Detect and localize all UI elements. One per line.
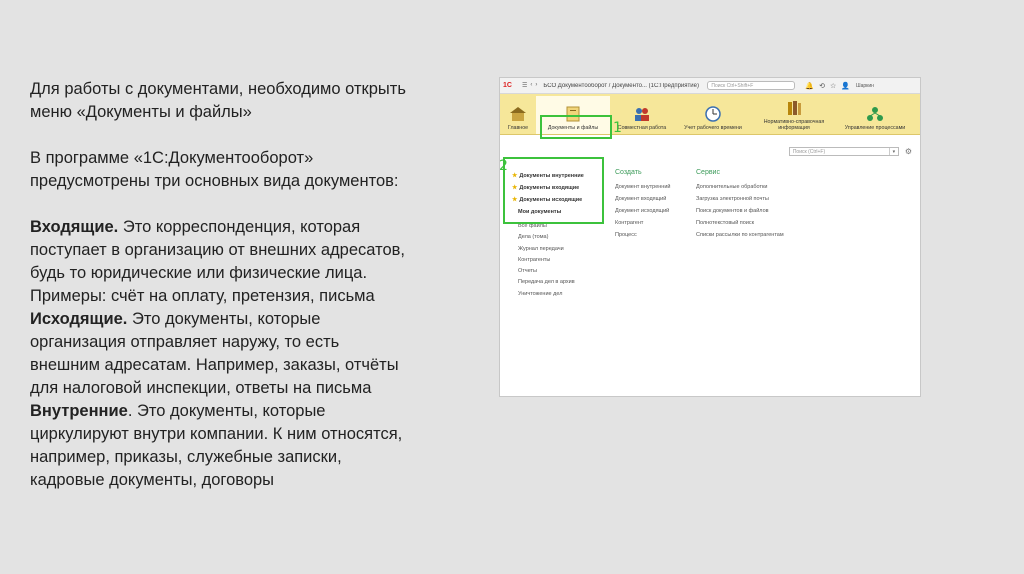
- people-icon: [635, 108, 649, 121]
- slide-text: Для работы с документами, необходимо отк…: [30, 78, 480, 492]
- service-item[interactable]: Дополнительные обработки: [696, 181, 784, 193]
- nav-item-archive-transfer[interactable]: Передача дел в архив: [512, 277, 602, 288]
- create-item[interactable]: Контрагент: [615, 217, 671, 229]
- nav-item-cases[interactable]: Дела (тома): [512, 232, 602, 243]
- window-title: БСО Документооборот / Документо... (1С:П…: [543, 82, 699, 89]
- bell-icon[interactable]: 🔔: [805, 82, 814, 90]
- annotation-number: 2: [499, 158, 508, 174]
- create-section: Создать Документ внутренний Документ вхо…: [615, 169, 671, 241]
- process-icon: [867, 107, 883, 121]
- search-row: Поиск (Ctrl+F) ▾ ⚙: [788, 147, 912, 156]
- service-heading: Сервис: [696, 169, 720, 176]
- outgoing-line: для налоговой инспекции, ответы на письм…: [30, 379, 372, 397]
- service-item[interactable]: Поиск документов и файлов: [696, 205, 784, 217]
- back-icon[interactable]: ‹: [530, 82, 532, 89]
- global-search-input[interactable]: Поиск Ctrl+Shift+F: [707, 81, 796, 90]
- para2-line: предусмотрены три основных вида документ…: [30, 172, 399, 190]
- section-main[interactable]: Главное: [500, 96, 536, 134]
- window-controls: ☰ ‹ ›: [522, 82, 537, 89]
- create-item[interactable]: Документ входящий: [615, 193, 671, 205]
- search-input[interactable]: Поиск (Ctrl+F) ▾: [788, 147, 899, 156]
- books-icon: [788, 101, 801, 115]
- create-item[interactable]: Документ внутренний: [615, 181, 671, 193]
- service-item[interactable]: Списки рассылки по контрагентам: [696, 229, 784, 241]
- outgoing-title: Исходящие.: [30, 310, 128, 328]
- chevron-down-icon[interactable]: ▾: [888, 148, 898, 155]
- app-logo: 1С: [503, 82, 512, 89]
- create-item[interactable]: Документ исходящий: [615, 205, 671, 217]
- incoming-paragraph: Входящие. Это корреспонденция, которая: [30, 218, 361, 236]
- create-item[interactable]: Процесс: [615, 229, 671, 241]
- outgoing-line: внешним адресатам. Например, заказы, отч…: [30, 356, 399, 374]
- nav-item-transfer-log[interactable]: Журнал передачи: [512, 244, 602, 255]
- create-heading: Создать: [615, 169, 642, 176]
- intro-line: меню «Документы и файлы»: [30, 103, 252, 121]
- gear-icon[interactable]: ⚙: [905, 147, 912, 156]
- section-reference-info[interactable]: Нормативно-справочная информация: [752, 96, 836, 134]
- nav-item-case-destruction[interactable]: Уничтожение дел: [512, 289, 602, 300]
- nav-item-contractors[interactable]: Контрагенты: [512, 255, 602, 266]
- incoming-line: будь то юридические или физические лица.: [30, 264, 368, 282]
- internal-line: кадровые документы, договоры: [30, 471, 275, 489]
- section-time-tracking[interactable]: Учет рабочего времени: [674, 96, 752, 134]
- forward-icon[interactable]: ›: [535, 82, 537, 89]
- user-icon[interactable]: 👤: [841, 82, 850, 90]
- star-icon[interactable]: ☆: [830, 82, 836, 90]
- outgoing-paragraph: Исходящие. Это документы, которые: [30, 310, 321, 328]
- service-section: Сервис Дополнительные обработки Загрузка…: [696, 169, 784, 241]
- title-actions: 🔔 ⟲ ☆ 👤: [805, 82, 850, 90]
- app-screenshot: 1С ☰ ‹ › БСО Документооборот / Документо…: [499, 77, 921, 397]
- home-icon: [510, 107, 526, 121]
- section-process-management[interactable]: Управление процессами: [836, 96, 914, 134]
- annotation-number: 1: [613, 120, 622, 136]
- user-name[interactable]: Шаркин: [856, 83, 874, 89]
- internal-title: Внутренние: [30, 402, 128, 420]
- title-bar: 1С ☰ ‹ › БСО Документооборот / Документо…: [500, 78, 920, 94]
- service-item[interactable]: Полнотекстовый поиск: [696, 217, 784, 229]
- internal-line: циркулируют внутри компании. К ним относ…: [30, 425, 403, 443]
- outgoing-line: организация отправляет наружу, то есть: [30, 333, 340, 351]
- intro-line: Для работы с документами, необходимо отк…: [30, 80, 406, 98]
- internal-paragraph: Внутренние. Это документы, которые: [30, 402, 326, 420]
- menu-icon[interactable]: ☰: [522, 82, 527, 89]
- highlight-box-documents: [540, 115, 612, 139]
- nav-item-reports[interactable]: Отчеты: [512, 266, 602, 277]
- incoming-line: Примеры: счёт на оплату, претензия, пись…: [30, 287, 375, 305]
- incoming-title: Входящие.: [30, 218, 119, 236]
- highlight-box-doc-types: [503, 157, 604, 224]
- incoming-line: поступает в организацию от внешних адрес…: [30, 241, 405, 259]
- para2-line: В программе «1С:Документооборот»: [30, 149, 314, 167]
- service-item[interactable]: Загрузка электронной почты: [696, 193, 784, 205]
- clock-icon: [705, 106, 721, 122]
- internal-line: например, приказы, служебные записки,: [30, 448, 342, 466]
- history-icon[interactable]: ⟲: [819, 82, 825, 90]
